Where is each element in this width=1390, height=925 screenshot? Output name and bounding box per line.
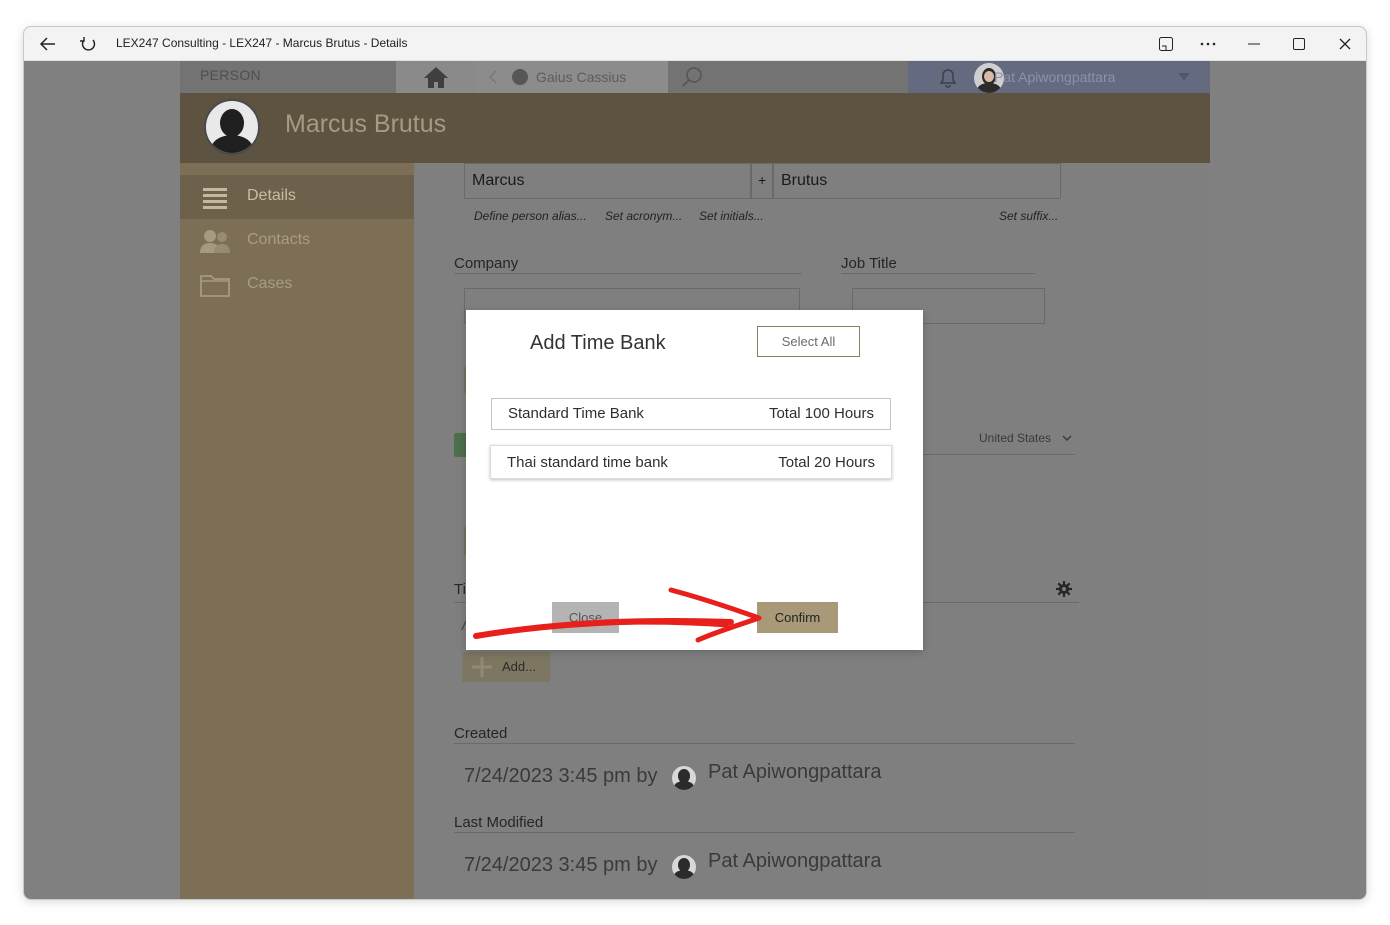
job-title-label: Job Title [841,255,897,272]
created-by-name[interactable]: Pat Apiwongpattara [708,761,881,784]
created-by-avatar [672,766,696,790]
time-bank-name: Thai standard time bank [507,454,668,471]
created-label: Created [454,725,508,742]
confirm-button[interactable]: Confirm [757,602,838,633]
recent-person-tab[interactable]: Gaius Cassius [476,61,668,93]
bell-icon[interactable] [936,65,960,94]
window-title: LEX247 Consulting - LEX247 - Marcus Brut… [116,36,408,50]
entity-type-label: PERSON [200,67,261,83]
time-bank-name: Standard Time Bank [508,405,644,422]
close-button[interactable]: Close [552,602,619,633]
company-divider [454,273,802,274]
sidebar-item-label: Cases [247,275,293,292]
add-time-bank-button[interactable]: Add... [462,652,550,682]
user-menu[interactable]: Pat Apiwongpattara [908,61,1210,93]
initials-link[interactable]: Set initials... [699,209,764,223]
country-select[interactable]: United States [979,431,1051,445]
alias-link[interactable]: Define person alias... [474,209,587,223]
close-window-icon[interactable] [1331,27,1359,61]
minimize-icon[interactable] [1240,27,1268,61]
created-divider [454,743,1075,744]
recent-person-name: Gaius Cassius [536,69,627,85]
modified-label: Last Modified [454,814,544,831]
title-bar: LEX247 Consulting - LEX247 - Marcus Brut… [24,27,1366,61]
record-title: Marcus Brutus [285,110,447,138]
modified-by-name[interactable]: Pat Apiwongpattara [708,850,881,873]
chevron-down-icon[interactable] [1178,73,1190,81]
acronym-link[interactable]: Set acronym... [605,209,682,223]
refresh-icon[interactable] [72,27,104,61]
top-nav: PERSON Gaius Cassius Pat Apiwongpattara [180,61,1210,93]
chevron-down-icon[interactable] [1062,435,1072,442]
time-bank-option[interactable]: Thai standard time bank Total 20 Hours [490,445,892,479]
first-name-field[interactable]: Marcus [464,163,751,199]
country-divider [919,454,1075,455]
dialog-title: Add Time Bank [530,332,666,354]
hint-fragment: / [462,619,466,633]
name-join-button[interactable]: + [751,163,773,199]
list-icon [203,188,227,209]
time-bank-total: Total 20 Hours [778,454,875,471]
created-timestamp: 7/24/2023 3:45 pm by [464,765,658,787]
more-icon[interactable] [1194,27,1222,61]
select-all-button[interactable]: Select All [757,326,860,357]
home-icon [424,67,448,88]
contacts-icon [200,230,230,253]
time-bank-total: Total 100 Hours [768,405,874,422]
suffix-link[interactable]: Set suffix... [999,209,1058,223]
chevron-left-icon[interactable] [488,70,498,84]
company-label: Company [454,255,519,272]
sidebar: Details Contacts Cases [180,163,414,899]
modified-divider [454,832,1075,833]
time-bank-section-label: Ti [454,581,466,598]
modified-by-avatar [672,855,696,879]
folder-icon [200,275,230,297]
last-name-field[interactable]: Brutus [773,163,1061,199]
sidebar-item-label: Contacts [247,231,311,248]
sidebar-item-contacts[interactable]: Contacts [180,219,414,263]
sidebar-item-label: Details [247,187,296,204]
maximize-icon[interactable] [1285,27,1313,61]
time-bank-option[interactable]: Standard Time Bank Total 100 Hours [491,398,891,430]
modified-timestamp: 7/24/2023 3:45 pm by [464,854,658,876]
plus-icon [472,657,492,677]
add-time-bank-dialog: Add Time Bank Select All Standard Time B… [466,310,923,650]
back-icon[interactable] [32,27,64,61]
home-button[interactable] [396,61,476,93]
search-icon[interactable] [680,65,704,94]
sidebar-item-details[interactable]: Details [180,175,414,219]
record-header: Marcus Brutus [180,93,1210,163]
job-title-divider [841,273,1035,274]
cast-icon[interactable] [1152,27,1180,61]
user-name: Pat Apiwongpattara [994,69,1116,85]
person-avatar[interactable] [204,99,260,155]
person-avatar-icon [512,69,528,85]
gear-icon[interactable] [1056,581,1072,597]
sidebar-item-cases[interactable]: Cases [180,263,414,307]
